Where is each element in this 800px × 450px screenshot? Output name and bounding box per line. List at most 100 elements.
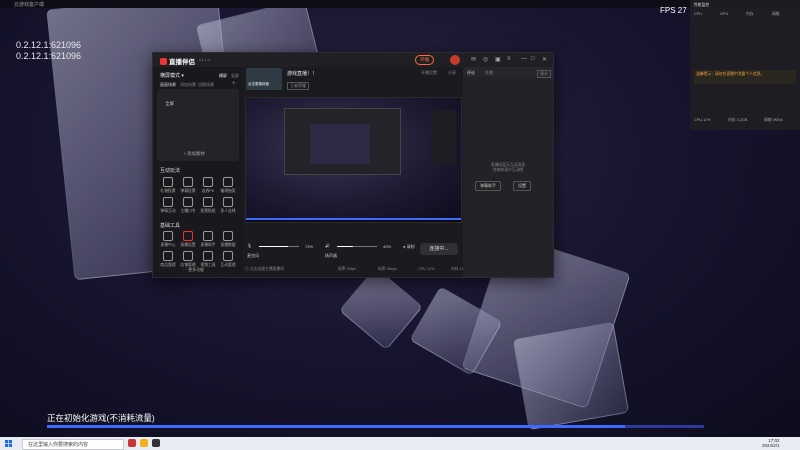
mic-icon[interactable]: 🎙 xyxy=(247,243,252,248)
add-icon[interactable]: + xyxy=(232,81,236,87)
mic-label: 麦克风 xyxy=(247,253,259,258)
chat-panel: 评论 礼物 观众 直播间暂无互动消息 快来和观众互动吧 弹幕助手 设置 xyxy=(463,67,553,277)
speaker-slider-fill xyxy=(337,246,353,247)
taskbar-search[interactable]: 在这里输入你要搜索的内容 xyxy=(22,439,124,450)
tool-goods[interactable]: 商品管理 xyxy=(159,251,177,268)
stream-preview[interactable] xyxy=(245,97,462,223)
tool-gift-vote[interactable]: 礼物投票 xyxy=(159,177,177,194)
gift-icon[interactable]: ▣ xyxy=(495,56,501,63)
preview-canvas xyxy=(246,98,461,218)
overlay-footer: 内存 3.2GB xyxy=(728,118,748,122)
tool-password[interactable]: 主播口令 xyxy=(179,197,197,214)
version-overlay: 0.2.12.1:621096 0.2.12.1:621096 xyxy=(16,40,81,62)
loading-status: 正在初始化游戏(不消耗流量) xyxy=(47,413,155,423)
scene-tab[interactable]: 切换场景 xyxy=(198,82,214,88)
app-logo: 直播伴侣 xyxy=(160,56,195,66)
link-icon xyxy=(203,177,213,187)
settings-icon xyxy=(183,231,193,241)
maximize-icon[interactable]: □ xyxy=(531,56,535,62)
mode-select[interactable]: 横屏模式 ▾ xyxy=(160,72,184,79)
avatar[interactable] xyxy=(450,55,460,65)
chat-empty-hint: 快来和观众互动吧 xyxy=(492,168,524,172)
section-interact-title: 互动玩法 xyxy=(160,168,181,174)
fps-label: FPS xyxy=(660,6,676,15)
tool-shop[interactable]: 店铺管理 xyxy=(179,251,197,268)
system-clock[interactable]: 17:02 2024/2/1 xyxy=(762,438,780,448)
chat-icon[interactable]: ✉ xyxy=(471,56,476,63)
overlay-stat: GPU xyxy=(720,12,729,16)
more-tools-link[interactable]: ··· 更多功能 xyxy=(183,267,204,273)
chat-tab[interactable]: 评论 xyxy=(467,70,475,76)
start-live-button[interactable]: 开播 xyxy=(415,55,434,65)
live-companion-window[interactable]: 直播伴侣 v1.1.4 开播 ✉ ◎ ▣ ≡ — □ ✕ 横屏模式 ▾ 横屏 竖… xyxy=(152,52,554,278)
tool-pk[interactable]: 连线PK xyxy=(199,177,217,194)
mic-slider[interactable] xyxy=(259,246,299,247)
store-icon xyxy=(183,251,193,261)
overlay-notice-box: 温馨提示：请勿在直播中泄露个人信息。 xyxy=(694,70,796,84)
record-button[interactable]: ● 录制 xyxy=(403,244,415,250)
mic-volume: 73% xyxy=(305,244,314,249)
headset-icon[interactable]: ◎ xyxy=(483,56,488,63)
tool-center[interactable]: 直播中心 xyxy=(159,231,177,248)
menu-icon[interactable]: ≡ xyxy=(507,56,511,62)
tool-video[interactable]: 视频工具 xyxy=(199,251,217,268)
danmu-helper-button[interactable]: 弹幕助手 xyxy=(475,181,501,191)
section-basic-title: 基础工具 xyxy=(160,223,181,229)
stat-fps: 帧率 59fps xyxy=(338,267,356,271)
tool-danmu[interactable]: 弹幕互动 xyxy=(159,197,177,214)
loading-progress-bar xyxy=(47,425,704,428)
overlay-stat: 内存 xyxy=(746,12,754,16)
windows-start-icon[interactable] xyxy=(5,440,12,447)
users-icon xyxy=(223,197,233,207)
cart-icon xyxy=(163,251,173,261)
tool-danmu-vote[interactable]: 弹幕投票 xyxy=(179,177,197,194)
speaker-icon[interactable]: 🔊 xyxy=(325,243,330,248)
shield-icon xyxy=(183,177,193,187)
folder-icon[interactable] xyxy=(140,439,148,447)
close-icon[interactable]: ✕ xyxy=(542,56,547,63)
go-live-button[interactable]: 连接中... xyxy=(420,243,458,255)
tool-multi[interactable]: 多人连线 xyxy=(219,197,237,214)
tool-interact[interactable]: 互动管理 xyxy=(219,251,237,268)
chat-tab[interactable]: 礼物 xyxy=(485,70,493,76)
share-link[interactable]: 分享 xyxy=(448,70,456,76)
loading-progress-fill xyxy=(47,425,626,428)
minimize-icon[interactable]: — xyxy=(521,56,527,62)
fps-value: 27 xyxy=(677,6,687,15)
chat-empty-state: 直播间暂无互动消息 快来和观众互动吧 xyxy=(473,163,543,173)
tool-lucky-bag[interactable]: 福袋抽奖 xyxy=(219,177,237,194)
overlay-footer: 网络 0KB/s xyxy=(764,118,783,122)
connect-hint[interactable]: ◎ 点击连接主播直播间 xyxy=(245,267,284,272)
scene-tab[interactable]: 画面场景 xyxy=(160,82,176,88)
nested-chat-panel xyxy=(431,110,456,165)
chat-settings-button[interactable]: 设置 xyxy=(513,181,531,191)
performance-overlay: 性能监控 CPU GPU 内存 网络 温馨提示：请勿在直播中泄露个人信息。 CP… xyxy=(690,0,800,130)
live-app-taskbar-icon[interactable] xyxy=(152,439,160,447)
live-settings-link[interactable]: 开播设置 xyxy=(421,70,437,76)
app-taskbar-icon[interactable] xyxy=(128,439,136,447)
tool-settings[interactable]: 直播设置 xyxy=(179,231,197,248)
scene-tab[interactable]: 添加场景 xyxy=(180,82,196,88)
tool-sticker[interactable]: 投票贴纸 xyxy=(199,197,217,214)
stat-bitrate: 码率 0kbps xyxy=(378,267,397,271)
speaker-slider[interactable] xyxy=(337,246,377,247)
chat-icon xyxy=(163,197,173,207)
fps-counter: FPS 27 xyxy=(660,6,687,15)
mode-tab[interactable]: 竖屏 xyxy=(231,73,239,79)
chat-tab[interactable]: 观众 xyxy=(537,70,551,78)
app-header: 直播伴侣 v1.1.4 开播 ✉ ◎ ▣ ≡ — □ ✕ xyxy=(153,53,553,67)
tool-assistant[interactable]: 直播助手 xyxy=(199,231,217,248)
add-source-button[interactable]: + 添加素材 xyxy=(183,151,205,157)
scene-item[interactable]: 全屏 xyxy=(165,101,174,107)
bag-icon xyxy=(223,177,233,187)
cover-label: 点击更换封面 xyxy=(248,82,269,86)
mode-tab[interactable]: 横屏 xyxy=(219,73,227,79)
tool-data[interactable]: 直播数据 xyxy=(219,231,237,248)
speaker-label: 扬声器 xyxy=(325,253,337,258)
category-tag[interactable]: 王者荣耀 xyxy=(287,82,309,90)
nested-preview-window xyxy=(284,108,401,175)
search-placeholder: 在这里输入你要搜索的内容 xyxy=(28,442,89,448)
overlay-header: 性能监控 xyxy=(694,3,710,7)
chat-tabs: 评论 礼物 观众 xyxy=(463,67,553,78)
live-title[interactable]: 游戏直播！！ xyxy=(287,70,317,77)
